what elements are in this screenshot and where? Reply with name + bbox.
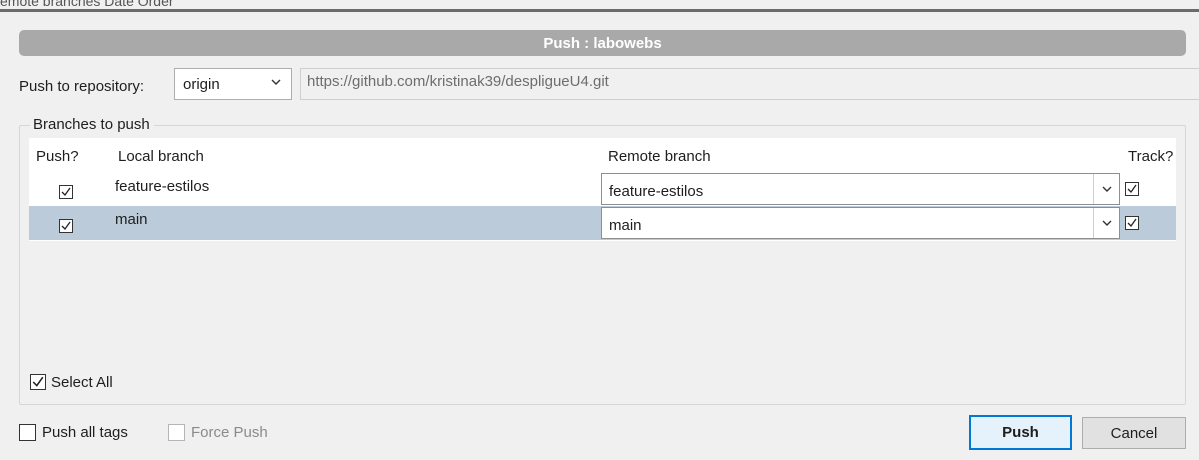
push-checkbox[interactable] xyxy=(59,185,73,199)
force-push-label: Force Push xyxy=(191,424,268,441)
push-to-repository-label: Push to repository: xyxy=(19,78,145,95)
chevron-down-icon xyxy=(271,79,281,85)
column-header-push[interactable]: Push? xyxy=(36,148,79,165)
background-toolbar-text: emote branches Date Order xyxy=(0,0,174,9)
branches-to-push-label: Branches to push xyxy=(30,116,154,133)
select-all-label: Select All xyxy=(51,374,113,391)
chevron-down-icon xyxy=(1102,186,1112,192)
push-all-tags-checkbox[interactable] xyxy=(19,424,36,441)
chevron-down-icon xyxy=(1102,220,1112,226)
table-row[interactable]: feature-estilos feature-estilos xyxy=(29,172,1176,206)
remote-branch-select[interactable]: feature-estilos xyxy=(601,173,1120,205)
dialog-title: Push : labowebs xyxy=(543,34,662,52)
column-header-track[interactable]: Track? xyxy=(1128,148,1173,165)
checkmark-icon xyxy=(61,187,71,197)
branches-table: Push? Local branch Remote branch Track? … xyxy=(29,138,1176,241)
table-row[interactable]: main main xyxy=(29,206,1176,240)
dialog-top-edge xyxy=(0,9,1199,12)
column-header-local-branch[interactable]: Local branch xyxy=(118,148,204,165)
track-checkbox[interactable] xyxy=(1125,182,1139,196)
table-header: Push? Local branch Remote branch Track? xyxy=(29,138,1176,172)
column-header-remote-branch[interactable]: Remote branch xyxy=(608,148,711,165)
push-all-tags-label: Push all tags xyxy=(42,424,128,441)
local-branch-name: feature-estilos xyxy=(115,178,210,195)
checkmark-icon xyxy=(1127,184,1137,194)
repository-url-field[interactable]: https://github.com/kristinak39/despligue… xyxy=(300,68,1199,100)
select-all-checkbox[interactable] xyxy=(30,374,46,390)
remote-branch-dropdown-button[interactable] xyxy=(1093,174,1119,204)
cancel-button[interactable]: Cancel xyxy=(1082,417,1186,449)
push-button[interactable]: Push xyxy=(969,415,1072,450)
track-checkbox[interactable] xyxy=(1125,216,1139,230)
repository-selected-value: origin xyxy=(183,75,220,93)
force-push-checkbox[interactable] xyxy=(168,424,185,441)
checkmark-icon xyxy=(61,221,71,231)
checkmark-icon xyxy=(1127,218,1137,228)
remote-branch-value: main xyxy=(609,217,642,234)
background-window-strip: emote branches Date Order xyxy=(0,0,1199,12)
dialog-title-bar[interactable]: Push : labowebs xyxy=(19,30,1186,56)
repository-select[interactable]: origin xyxy=(174,68,292,100)
push-checkbox[interactable] xyxy=(59,219,73,233)
remote-branch-value: feature-estilos xyxy=(609,183,704,200)
remote-branch-select[interactable]: main xyxy=(601,207,1120,239)
remote-branch-dropdown-button[interactable] xyxy=(1093,208,1119,238)
local-branch-name: main xyxy=(115,211,148,228)
checkmark-icon xyxy=(32,376,44,387)
